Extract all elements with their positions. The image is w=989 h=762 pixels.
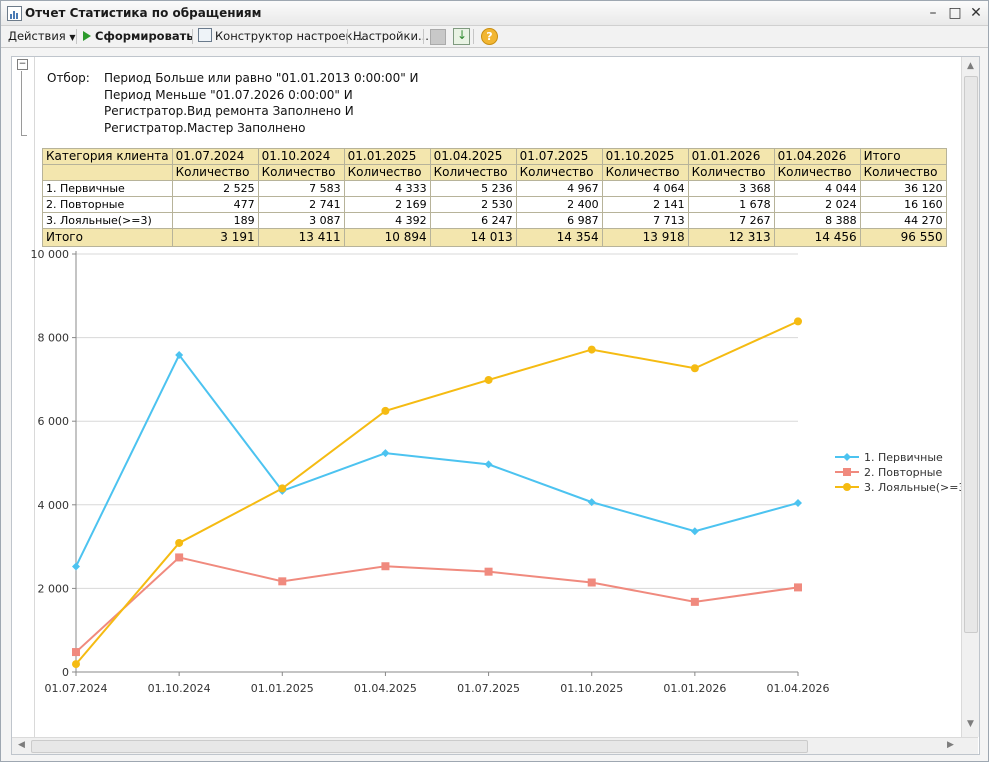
data-point [381,562,390,571]
toolbar-separator [192,29,193,44]
actions-menu-button[interactable]: Действия ▼ [8,28,76,45]
legend-marker [843,453,851,461]
y-tick-label: 4 000 [38,499,70,512]
play-icon [83,31,91,41]
help-icon[interactable]: ? [481,28,498,45]
scroll-thumb[interactable] [964,76,978,633]
x-tick-label: 01.04.2025 [354,682,417,695]
x-tick-label: 01.07.2025 [457,682,520,695]
save-settings-icon[interactable] [430,29,446,45]
toolbar-separator [76,29,77,44]
y-tick-label: 0 [62,666,69,679]
legend-label: 2. Повторные [864,466,942,479]
scroll-right-icon[interactable]: ▶ [943,738,958,753]
data-point [175,538,184,547]
series-line [75,353,799,567]
series-markers [72,317,802,669]
chevron-down-icon: ▼ [69,33,76,42]
data-point [72,648,80,657]
data-point [690,527,699,536]
settings-label: Настройки... [353,29,429,43]
horizontal-scrollbar[interactable]: ◀ ▶ [12,737,978,754]
data-point [175,553,184,562]
constructor-label: Конструктор настроек... [215,29,364,43]
x-axis-labels: 01.07.2024 01.10.2024 01.01.2025 01.04.2025… [45,682,830,695]
x-tick-label: 01.10.2024 [148,682,211,695]
load-settings-icon[interactable]: ↓ [453,28,470,45]
x-tick-label: 01.07.2024 [45,682,108,695]
legend-marker [843,483,851,491]
x-tick-label: 01.01.2026 [663,682,726,695]
data-point [587,578,596,587]
toolbar-separator [347,29,348,44]
constructor-button[interactable]: Конструктор настроек... [198,28,363,45]
settings-button[interactable]: Настройки... [353,28,429,45]
toolbar-separator [423,29,424,44]
legend-label: 3. Лояльные(>=3) [864,481,961,494]
data-point [587,345,596,354]
series-line [75,556,799,653]
scroll-up-icon[interactable]: ▲ [963,59,978,74]
actions-label: Действия [8,29,66,43]
y-tick-label: 8 000 [38,332,70,345]
data-point [794,498,802,507]
data-point [484,375,493,384]
chart-grid [76,253,798,589]
data-point [72,660,80,669]
toolbar-separator [473,29,474,44]
scroll-thumb[interactable] [31,740,808,753]
line-chart: 02 0004 0006 0008 00010 000 01.07.2024 01… [31,248,962,695]
x-tick-label: 01.01.2025 [251,682,314,695]
legend-label: 1. Первичные [864,451,943,464]
report-icon [7,6,22,21]
data-point [381,406,390,415]
window-title: Отчет Статистика по обращениям [25,6,262,20]
data-point [381,449,390,458]
vertical-scrollbar[interactable]: ▲ ▼ [961,57,979,737]
close-icon[interactable]: ✕ [967,4,985,22]
data-point [278,577,287,586]
data-point [690,364,699,373]
scroll-left-icon[interactable]: ◀ [14,738,29,753]
scroll-down-icon[interactable]: ▼ [963,717,978,732]
x-tick-label: 01.04.2026 [767,682,830,695]
toolbar: Действия ▼ Сформировать Конструктор наст… [1,26,988,48]
chart-axes [72,251,799,676]
report-area: − Отбор: Период Больше или равно "01.01.… [11,56,980,755]
data-point [484,460,493,469]
data-point [72,562,80,571]
chart-legend: 1. Первичные 2. Повторные 3. Лояльные(>=3) [835,451,961,494]
data-point [690,597,699,606]
y-tick-label: 2 000 [38,582,70,595]
minimize-icon[interactable]: – [924,4,942,22]
data-point [484,567,493,576]
y-axis-labels: 0 2 000 4 000 6 000 8 000 10 000 [31,248,70,679]
maximize-icon[interactable]: □ [946,4,964,22]
data-point [278,484,287,493]
arrow-down-icon: ↓ [457,28,468,42]
data-point [794,317,802,326]
data-point [794,583,802,592]
legend-marker [843,468,851,476]
y-tick-label: 6 000 [38,415,70,428]
report-window: Отчет Статистика по обращениям – □ ✕ Дей… [0,0,989,762]
title-bar: Отчет Статистика по обращениям – □ ✕ [1,1,988,26]
series-lines [75,320,799,665]
constructor-icon [198,28,212,42]
generate-button[interactable]: Сформировать [83,28,194,45]
generate-label: Сформировать [95,29,194,43]
series-line [75,320,799,665]
x-tick-label: 01.10.2025 [560,682,623,695]
y-tick-label: 10 000 [31,248,70,261]
